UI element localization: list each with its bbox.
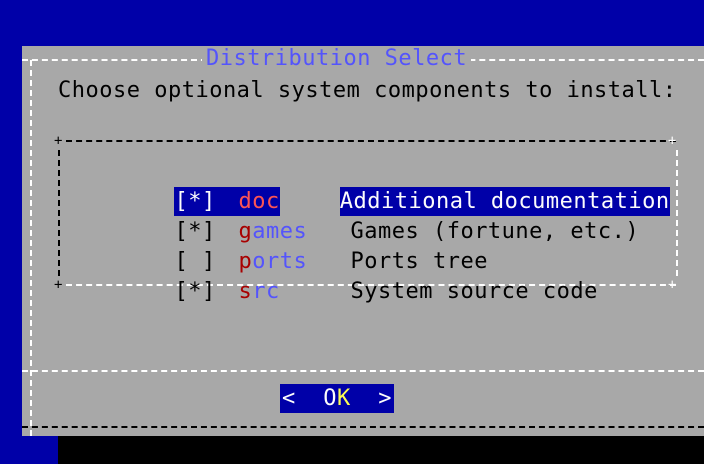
dialog-shadow	[58, 436, 704, 464]
checkbox-src[interactable]: [*]	[174, 277, 238, 306]
ok-bracket-left: <	[282, 386, 296, 411]
list-item-doc[interactable]: [*] doc Additional documentation	[92, 158, 670, 216]
item-name-src: src	[238, 277, 350, 306]
ok-button[interactable]: < OK >	[280, 384, 394, 413]
button-row: < OK >	[280, 384, 394, 413]
list-item-games[interactable]: [*] games Games (fortune, etc.)	[92, 188, 639, 244]
dialog-title: Distribution Select	[202, 46, 472, 72]
dialog-left-border	[30, 60, 32, 436]
ok-label-post: >	[350, 386, 392, 411]
ok-label-pre: O	[295, 386, 337, 411]
item-name-src-hotkey: s	[238, 279, 253, 304]
item-desc-src: System source code	[350, 279, 598, 304]
item-name-src-rest: rc	[252, 279, 280, 304]
component-list[interactable]: [*] doc Additional documentation [*] games G…	[62, 142, 678, 338]
list-left-border	[58, 150, 60, 276]
dialog-prompt: Choose optional system components to ins…	[58, 78, 677, 103]
dialog-bottom-border	[22, 426, 704, 428]
distribution-select-dialog: Distribution Select Choose optional syst…	[22, 46, 704, 436]
button-separator	[22, 370, 704, 372]
list-item-src[interactable]: [*] src System source code	[92, 248, 598, 304]
ok-hotkey: K	[337, 386, 351, 411]
list-item-ports[interactable]: [ ] ports Ports tree	[92, 218, 488, 274]
